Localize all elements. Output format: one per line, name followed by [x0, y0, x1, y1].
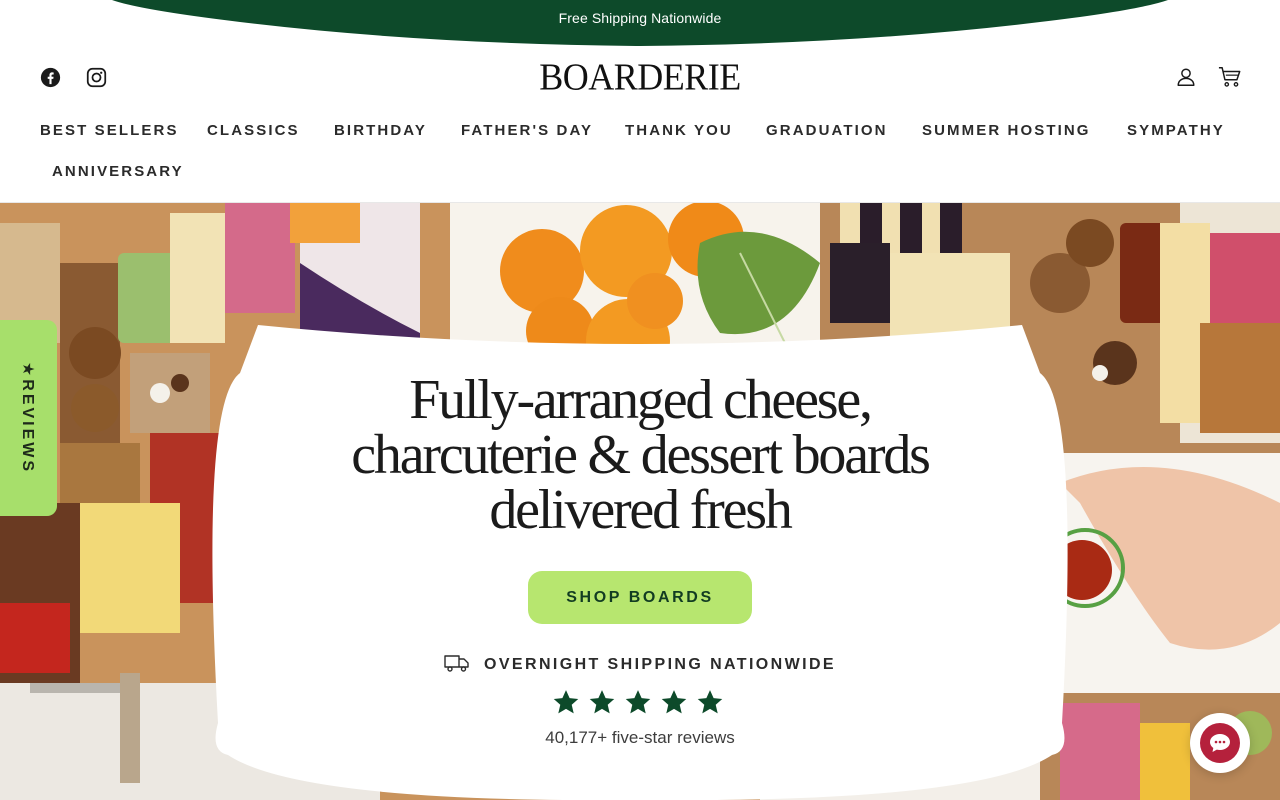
utility-links [1174, 65, 1242, 89]
nav-item-best-sellers[interactable]: BEST SELLERS [40, 122, 179, 139]
headline-line-2: charcuterie & dessert boards [351, 424, 931, 486]
rating-stars [552, 688, 724, 716]
star-icon [589, 690, 615, 714]
headline-line-3: delivered fresh [489, 479, 792, 541]
cart-icon[interactable] [1218, 65, 1242, 89]
reviews-tab-label: ★REVIEWS [19, 361, 36, 475]
star-icon [553, 690, 579, 714]
announcement-bar: Free Shipping Nationwide [0, 0, 1280, 48]
nav-item-thank-you[interactable]: THANK YOU [625, 122, 733, 139]
shipping-text: OVERNIGHT SHIPPING NATIONWIDE [484, 656, 836, 673]
brand-logo[interactable]: BOARDERIE [0, 56, 1280, 98]
nav-item-fathers-day[interactable]: FATHER'S DAY [461, 122, 593, 139]
nav-item-anniversary[interactable]: ANNIVERSARY [52, 163, 184, 180]
star-icon [661, 690, 687, 714]
delivery-truck-icon [444, 654, 470, 677]
chat-widget-button[interactable] [1190, 713, 1250, 773]
hero-headline: Fully-arranged cheese, charcuterie & des… [290, 369, 990, 541]
logo-text: BOARDERIE [539, 56, 741, 98]
nav-item-birthday[interactable]: BIRTHDAY [334, 122, 427, 139]
shipping-info: OVERNIGHT SHIPPING NATIONWIDE [444, 654, 836, 676]
account-icon[interactable] [1174, 65, 1198, 89]
reviews-side-tab[interactable]: ★REVIEWS [0, 320, 57, 516]
star-icon [625, 690, 651, 714]
reviews-count: 40,177+ five-star reviews [545, 728, 735, 747]
shop-boards-button[interactable]: SHOP BOARDS [528, 571, 752, 624]
nav-item-sympathy[interactable]: SYMPATHY [1127, 122, 1225, 139]
headline-line-1: Fully-arranged cheese, [409, 369, 873, 431]
announcement-text: Free Shipping Nationwide [558, 10, 722, 26]
star-icon [697, 690, 723, 714]
chat-icon [1200, 723, 1240, 763]
hero-section: Fully-arranged cheese, charcuterie & des… [0, 203, 1280, 800]
nav-item-classics[interactable]: CLASSICS [207, 122, 300, 139]
nav-item-summer-hosting[interactable]: SUMMER HOSTING [922, 122, 1091, 139]
nav-item-graduation[interactable]: GRADUATION [766, 122, 888, 139]
